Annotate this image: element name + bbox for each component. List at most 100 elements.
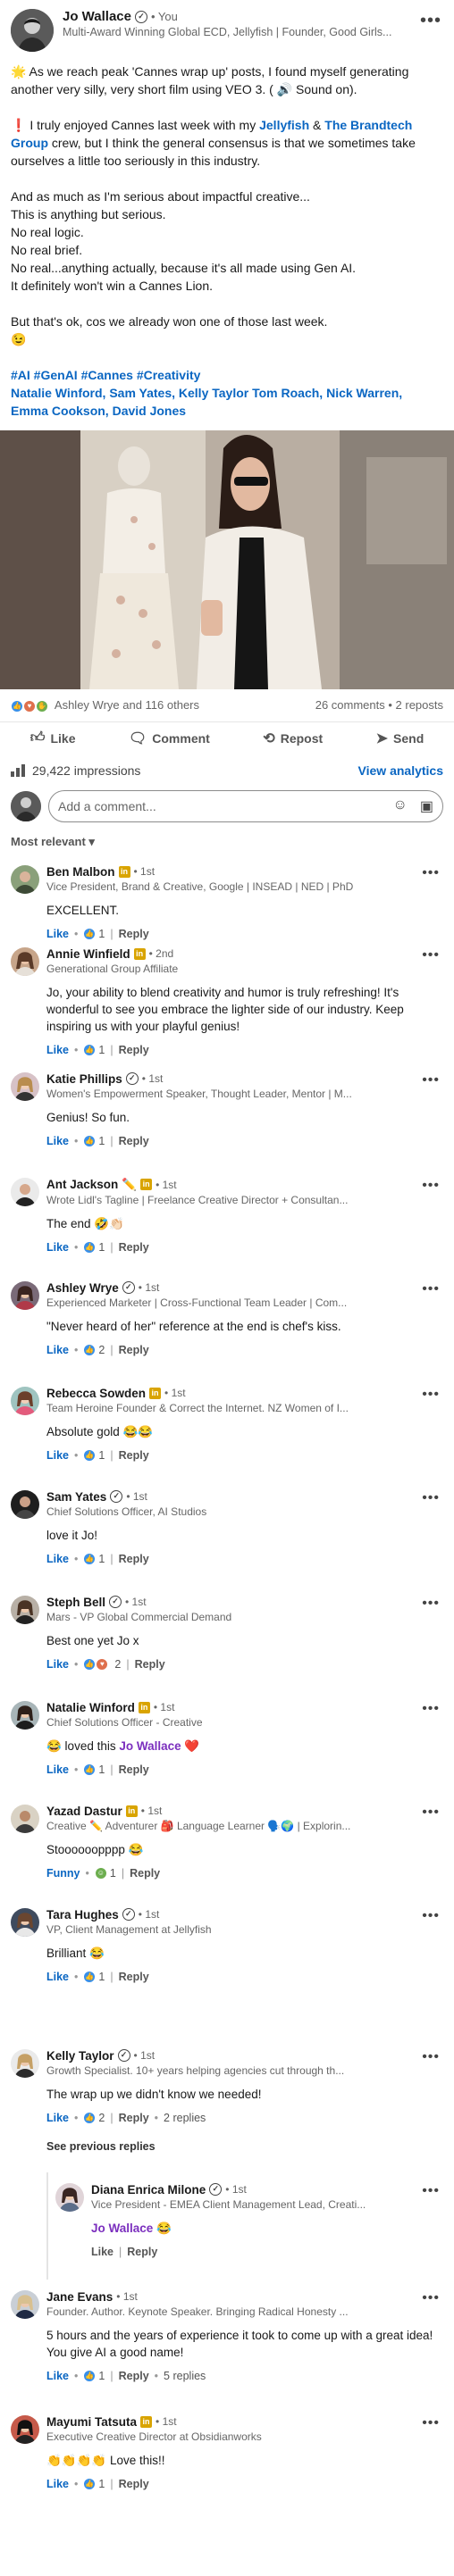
comment-reply-button[interactable]: Reply	[119, 2478, 149, 2490]
sort-dropdown[interactable]: Most relevant ▾	[0, 828, 454, 854]
comment-like-button[interactable]: Like	[46, 1763, 69, 1776]
comment-more-icon[interactable]: •••	[422, 2290, 440, 2306]
commenter-name[interactable]: Katie Phillips	[46, 1072, 122, 1086]
comment-more-icon[interactable]: •••	[422, 1387, 440, 1403]
comment-reply-button[interactable]: Reply	[119, 1553, 149, 1565]
commenter-avatar[interactable]	[11, 1280, 39, 1310]
comment-more-icon[interactable]: •••	[422, 865, 440, 881]
comment-like-button[interactable]: Like	[46, 2112, 69, 2124]
commenter-avatar[interactable]	[11, 946, 39, 976]
comment-like-button[interactable]: Like	[46, 1553, 69, 1565]
emoji-icon[interactable]: ☺	[393, 797, 408, 815]
commenter-avatar[interactable]	[11, 1071, 39, 1101]
commenter-name[interactable]: Jane Evans	[46, 2290, 113, 2304]
comment-reply-button[interactable]: Reply	[127, 2246, 157, 2258]
see-previous-replies-link[interactable]: See previous replies	[46, 2140, 443, 2153]
comment-like-button[interactable]: Like	[46, 1971, 69, 1983]
comment-more-icon[interactable]: •••	[422, 1805, 440, 1821]
commenter-avatar[interactable]	[11, 1804, 39, 1833]
comment-like-button[interactable]: Like	[46, 1344, 69, 1356]
comment-reply-button[interactable]: Reply	[119, 1135, 149, 1147]
comment-more-icon[interactable]: •••	[422, 1178, 440, 1194]
mention-link[interactable]: Jo Wallace	[119, 1739, 181, 1753]
comment-more-icon[interactable]: •••	[422, 1072, 440, 1088]
comment-like-button[interactable]: Like	[46, 2370, 69, 2382]
comment-reply-button[interactable]: Reply	[119, 1449, 149, 1462]
commenter-avatar[interactable]	[11, 864, 39, 894]
commenter-avatar[interactable]	[11, 1595, 39, 1624]
comment-funny-button[interactable]: Funny	[46, 1867, 80, 1880]
commenter-avatar[interactable]	[11, 1700, 39, 1730]
send-button[interactable]: ➤ Send	[376, 729, 425, 747]
mention-link[interactable]: Jo Wallace	[91, 2222, 153, 2235]
comments-reposts-count[interactable]: 26 comments • 2 reposts	[315, 698, 443, 713]
comment-more-icon[interactable]: •••	[422, 1908, 440, 1924]
comment-like-button[interactable]: Like	[46, 1449, 69, 1462]
comment-like-button[interactable]: Like	[46, 1135, 69, 1147]
comment-reply-button[interactable]: Reply	[119, 2112, 149, 2124]
reactions-text[interactable]: Ashley Wrye and 116 others	[55, 698, 199, 712]
commenter-name[interactable]: Annie Winfield	[46, 947, 130, 961]
commenter-name[interactable]: Yazad Dastur	[46, 1805, 122, 1818]
comment-reply-button[interactable]: Reply	[119, 1763, 149, 1776]
comment-more-icon[interactable]: •••	[422, 2183, 440, 2199]
tagged-people[interactable]: Natalie Winford, Sam Yates, Kelly Taylor…	[11, 384, 443, 420]
commenter-avatar[interactable]	[11, 1907, 39, 1937]
repost-button[interactable]: ⟲ Repost	[263, 729, 323, 747]
commenter-name[interactable]: Rebecca Sowden	[46, 1387, 146, 1400]
commenter-name[interactable]: Diana Enrica Milone	[91, 2183, 206, 2197]
comment-like-button[interactable]: Like	[91, 2246, 114, 2258]
commenter-avatar[interactable]	[11, 1489, 39, 1519]
commenter-name[interactable]: Ben Malbon	[46, 865, 115, 879]
commenter-name[interactable]: Ashley Wrye	[46, 1281, 119, 1295]
commenter-headline: Experienced Marketer | Cross-Functional …	[46, 1296, 348, 1309]
comment-reply-button[interactable]: Reply	[130, 1867, 160, 1880]
commenter-avatar[interactable]	[11, 2414, 39, 2444]
comment-like-button[interactable]: Like	[46, 1241, 69, 1254]
image-icon[interactable]: ▣	[420, 797, 433, 815]
comment-button[interactable]: 🗨︎ Comment	[129, 729, 210, 747]
commenter-name[interactable]: Steph Bell	[46, 1596, 105, 1609]
commenter-avatar[interactable]	[55, 2182, 84, 2212]
commenter-name[interactable]: Kelly Taylor	[46, 2049, 114, 2063]
comment-reply-button[interactable]: Reply	[119, 1971, 149, 1983]
reactions-summary[interactable]: 👍 ♥ ✋ Ashley Wrye and 116 others	[11, 698, 199, 713]
view-analytics-link[interactable]: View analytics	[358, 763, 443, 778]
comment-more-icon[interactable]: •••	[422, 2049, 440, 2065]
comment-reply-button[interactable]: Reply	[119, 1241, 149, 1254]
comment-reply-button[interactable]: Reply	[135, 1658, 165, 1671]
commenter-name[interactable]: Tara Hughes	[46, 1908, 119, 1922]
comment-more-icon[interactable]: •••	[422, 1490, 440, 1506]
commenter-avatar[interactable]	[11, 2048, 39, 2078]
author-name-row[interactable]: Jo Wallace ✓ • You	[63, 9, 420, 24]
comment-input[interactable]: Add a comment... ☺ ▣	[48, 789, 443, 822]
commenter-avatar[interactable]	[11, 1386, 39, 1415]
comment-more-icon[interactable]: •••	[422, 1281, 440, 1297]
author-avatar[interactable]	[11, 9, 54, 52]
comment-more-icon[interactable]: •••	[422, 1596, 440, 1612]
commenter-avatar[interactable]	[11, 1177, 39, 1206]
comment-reply-button[interactable]: Reply	[119, 1044, 149, 1056]
jellyfish-link[interactable]: Jellyfish	[259, 118, 309, 132]
comment-like-button[interactable]: Like	[46, 1658, 69, 1671]
commenter-name[interactable]: Sam Yates	[46, 1490, 106, 1504]
comment-more-icon[interactable]: •••	[422, 947, 440, 963]
comment-reply-button[interactable]: Reply	[119, 1344, 149, 1356]
post-video[interactable]	[0, 430, 454, 689]
comment-more-icon[interactable]: •••	[422, 2415, 440, 2431]
like-button[interactable]: 👍︎ Like	[30, 729, 76, 747]
comment-item: Rebecca Sowden in • 1st Team Heroine Found…	[11, 1376, 443, 1480]
commenter-name[interactable]: Ant Jackson	[46, 1178, 118, 1191]
commenter-avatar[interactable]	[11, 2289, 39, 2319]
replies-count[interactable]: 2 replies	[164, 2112, 206, 2124]
comment-more-icon[interactable]: •••	[422, 1701, 440, 1717]
comment-like-button[interactable]: Like	[46, 1044, 69, 1056]
author-name[interactable]: Jo Wallace	[63, 9, 131, 24]
post-more-icon[interactable]: •••	[420, 11, 441, 31]
commenter-name[interactable]: Mayumi Tatsuta	[46, 2415, 137, 2429]
comment-like-button[interactable]: Like	[46, 2478, 69, 2490]
hashtags[interactable]: #AI #GenAI #Cannes #Creativity	[11, 366, 443, 384]
commenter-name[interactable]: Natalie Winford	[46, 1701, 135, 1714]
comment-reply-button[interactable]: Reply	[119, 2370, 149, 2382]
replies-count[interactable]: 5 replies	[164, 2370, 206, 2382]
